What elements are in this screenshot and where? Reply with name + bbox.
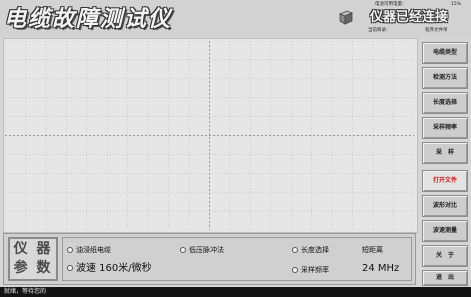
battery-label: 电池可用电量：	[375, 2, 407, 7]
sample-rate-value: 24 MHz	[362, 263, 400, 274]
test-method-button[interactable]: 检测方法	[422, 67, 468, 89]
sample-rate-button[interactable]: 采样频率	[422, 117, 468, 139]
waveform-grid	[5, 41, 414, 230]
velocity-measure-button[interactable]: 波速测量	[422, 220, 468, 242]
length-value: 短距离	[362, 246, 383, 254]
radio-icon	[67, 265, 73, 271]
connection-status: 仪器已经连接	[370, 10, 449, 25]
cable-type-button[interactable]: 电缆类型	[422, 42, 468, 64]
app-title: 电缆故障测试仪	[4, 6, 173, 32]
radio-icon	[292, 247, 298, 253]
about-button[interactable]: 关 于	[422, 245, 468, 267]
params-title-line1: 仪 器	[13, 241, 53, 257]
exit-button[interactable]: 退 出	[422, 270, 468, 286]
waveform-compare-button[interactable]: 波形对比	[422, 195, 468, 217]
current-dir-label: 当前目录：	[368, 28, 391, 33]
status-text: 就绪，等待您的	[4, 288, 47, 295]
length-select-button[interactable]: 长度选择	[422, 92, 468, 114]
sample-rate-param: 采样频率	[292, 265, 329, 275]
velocity-param: 波速 160米/微秒	[67, 264, 152, 274]
battery-value: 15%	[451, 2, 462, 7]
radio-icon	[180, 247, 186, 253]
status-bar	[0, 287, 471, 297]
params-title-line2: 参 数	[13, 260, 53, 276]
radio-icon	[67, 247, 73, 253]
radio-icon	[292, 267, 298, 273]
length-param: 长度选择	[292, 245, 329, 255]
open-file-button[interactable]: 打开文件	[422, 170, 468, 192]
method-param: 低压脉冲法	[180, 245, 224, 255]
cable-type-param: 油浸纸电缆	[67, 245, 111, 255]
sample-button[interactable]: 采 样	[422, 142, 468, 164]
params-list	[62, 237, 412, 281]
current-dir-value: 程序文件单	[425, 28, 448, 33]
device-box-icon	[338, 9, 354, 25]
